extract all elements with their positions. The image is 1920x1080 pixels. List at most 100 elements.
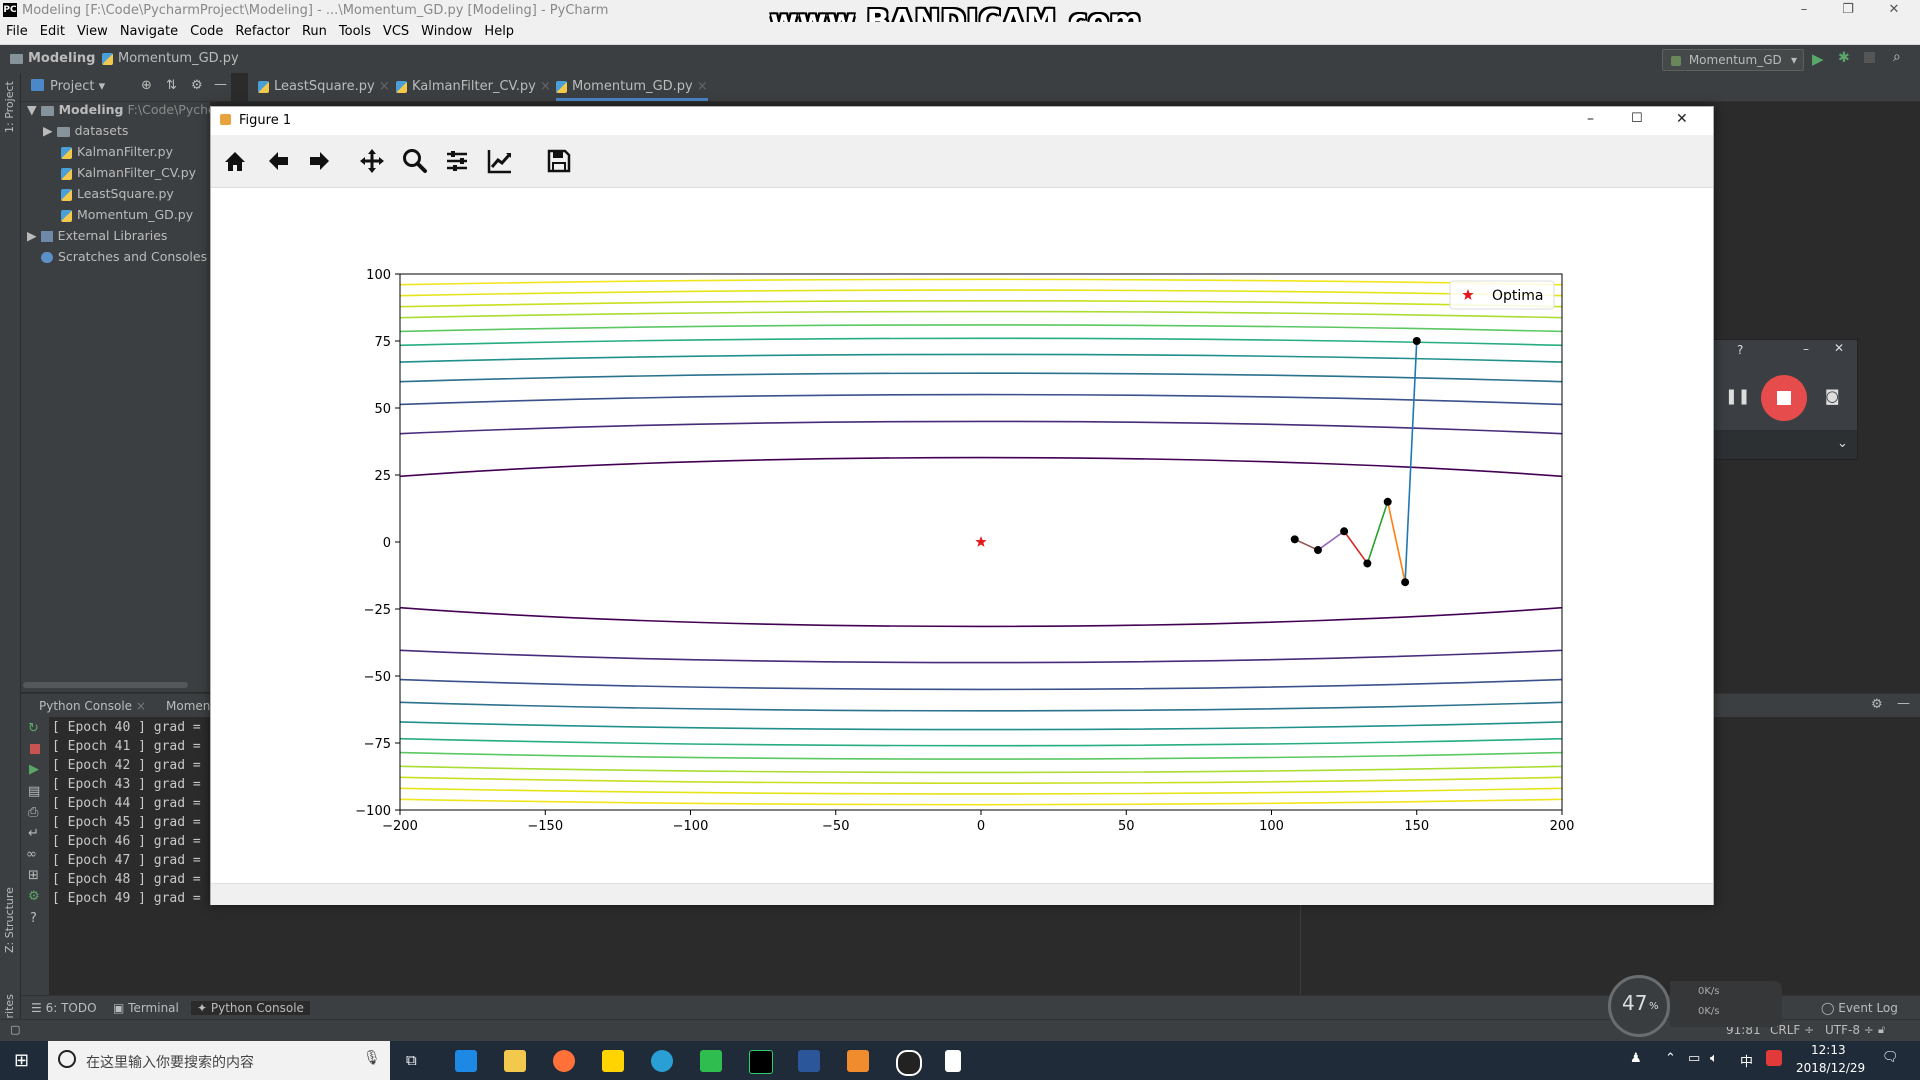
menu-window[interactable]: Window [415,22,478,41]
search-everywhere-icon[interactable]: ⌕ [1893,49,1901,65]
python-console-tab[interactable]: ✦ Python Console [191,1001,310,1015]
volume-icon[interactable]: 🔈︎ [1710,1051,1718,1066]
restore-icon[interactable]: ❐ [1838,2,1858,17]
close-icon[interactable]: ✕ [1676,111,1688,127]
variables-icon[interactable]: ▤ [28,784,40,799]
menu-run[interactable]: Run [296,22,333,41]
tree-item-scratches[interactable]: Scratches and Consoles [41,249,207,264]
menu-view[interactable]: View [71,22,114,41]
camera-icon[interactable]: ◙ [1825,387,1840,405]
stop-record-button[interactable] [1761,375,1807,421]
tab-python-console[interactable]: Python Console × [39,699,146,713]
menu-code[interactable]: Code [184,22,229,41]
tree-item-kalmanfilter-cv[interactable]: KalmanFilter_CV.py [61,165,196,180]
pycharm-taskbar-icon[interactable] [749,1050,773,1074]
close-icon[interactable]: × [136,699,146,713]
sticky-notes-icon[interactable] [602,1050,624,1072]
stop-icon[interactable] [1864,52,1875,63]
microphone-icon[interactable]: 🎙︎ [363,1050,381,1066]
close-icon[interactable]: × [540,79,551,94]
task-view-icon[interactable]: ⧉ [406,1051,417,1069]
help-icon[interactable]: ? [1737,343,1743,357]
todo-tab[interactable]: ☰ 6: TODO [31,1001,97,1015]
minimize-icon[interactable]: – [1794,2,1814,17]
gear-icon[interactable]: ⚙ [191,78,203,93]
firefox-icon[interactable] [553,1050,575,1072]
tree-item-leastsquare[interactable]: LeastSquare.py [61,186,174,201]
tab-leastsquare[interactable]: LeastSquare.py × [258,79,390,94]
tree-item-modeling[interactable]: ▼ Modeling F:\Code\Pyche [27,102,216,117]
menu-tools[interactable]: Tools [333,22,377,41]
terminal-tab[interactable]: ▣ Terminal [113,1001,179,1015]
people-icon[interactable]: ♟ [1630,1051,1642,1066]
configure-subplots-icon[interactable] [441,145,473,177]
save-icon[interactable] [543,145,575,177]
forward-arrow-icon[interactable] [304,145,336,177]
debug-icon[interactable]: ✱ [1838,50,1850,66]
home-icon[interactable] [219,145,251,177]
back-arrow-icon[interactable] [262,145,294,177]
project-view-select[interactable]: Project ▾ [50,79,105,94]
locate-icon[interactable]: ⊕ [141,78,152,93]
close-icon[interactable]: ✕ [1884,2,1904,17]
close-icon[interactable]: × [697,79,708,94]
lock-icon[interactable]: 🔓︎ [1878,1023,1885,1037]
app-orange-icon[interactable] [847,1050,869,1072]
settings-icon[interactable]: ⚙ [28,889,40,904]
clock-time[interactable]: 12:13 [1811,1043,1846,1057]
run-config-select[interactable]: Momentum_GD ▾ [1662,49,1804,71]
structure-tool-tab[interactable]: Z: Structure [3,887,16,953]
menu-refactor[interactable]: Refactor [229,22,296,41]
bandicam-taskbar-icon[interactable] [896,1050,922,1076]
taskbar-search[interactable]: 在这里输入你要搜索的内容 🎙︎ [48,1041,390,1080]
maximize-icon[interactable]: ☐ [1631,111,1643,126]
soft-wrap-icon[interactable]: ↵ [28,826,39,841]
toggle-tool-windows-icon[interactable]: ▢ [10,1023,20,1036]
horizontal-scrollbar[interactable] [23,682,188,688]
tab-kalmanfilter-cv[interactable]: KalmanFilter_CV.py × [396,79,551,94]
hide-icon[interactable]: — [214,77,227,92]
menu-navigate[interactable]: Navigate [114,22,184,41]
project-tool-tab[interactable]: 1: Project [3,81,16,133]
app-green-icon[interactable] [700,1050,722,1072]
pan-icon[interactable] [356,145,388,177]
link-icon[interactable]: ∞ [26,847,37,862]
tab-momentum-console[interactable]: Momen [166,699,210,713]
notepad-icon[interactable] [945,1050,961,1072]
rerun-icon[interactable]: ↻ [28,721,39,736]
file-explorer-icon[interactable] [504,1050,526,1072]
network-icon[interactable]: ▭ [1688,1051,1700,1066]
run-icon[interactable]: ▶ [1812,50,1824,68]
help-icon[interactable]: ? [30,911,37,926]
ime-indicator[interactable]: 中 [1740,1051,1753,1070]
tree-item-external-libraries[interactable]: ▶ External Libraries [27,228,167,243]
chevron-down-icon[interactable]: ⌄ [1837,436,1848,451]
execute-icon[interactable]: ▶ [29,762,39,777]
hide-icon[interactable]: — [1897,696,1910,711]
sogou-icon[interactable] [1766,1050,1782,1066]
breadcrumb-file[interactable]: Momentum_GD.py [102,51,239,66]
minimize-icon[interactable]: – [1803,342,1809,356]
tree-item-momentum-gd[interactable]: Momentum_GD.py [61,207,193,222]
show-hidden-icons[interactable]: ⌃ [1665,1051,1676,1066]
new-console-icon[interactable]: ⊞ [28,868,39,883]
close-icon[interactable]: ✕ [1834,341,1844,355]
menu-edit[interactable]: Edit [34,22,71,41]
event-log-tab[interactable]: ◯ Event Log [1821,1001,1898,1015]
edit-axis-icon[interactable] [484,145,516,177]
clock-date[interactable]: 2018/12/29 [1796,1061,1865,1075]
print-icon[interactable]: ⎙ [28,805,38,820]
tree-item-kalmanfilter[interactable]: KalmanFilter.py [61,144,173,159]
gear-icon[interactable]: ⚙ [1871,697,1883,712]
menu-file[interactable]: File [0,22,34,41]
close-icon[interactable]: × [379,79,390,94]
word-icon[interactable] [798,1050,820,1072]
pause-icon[interactable]: ❚❚ [1725,387,1750,405]
zoom-icon[interactable] [399,145,431,177]
tree-item-datasets[interactable]: ▶ datasets [43,123,128,138]
windows-start-icon[interactable]: ⊞ [14,1050,29,1071]
tab-momentum-gd[interactable]: Momentum_GD.py × [556,79,708,101]
breadcrumb-project[interactable]: Modeling [10,51,95,66]
notifications-icon[interactable]: 🗨︎ [1882,1050,1899,1065]
edge-icon[interactable] [455,1050,477,1072]
